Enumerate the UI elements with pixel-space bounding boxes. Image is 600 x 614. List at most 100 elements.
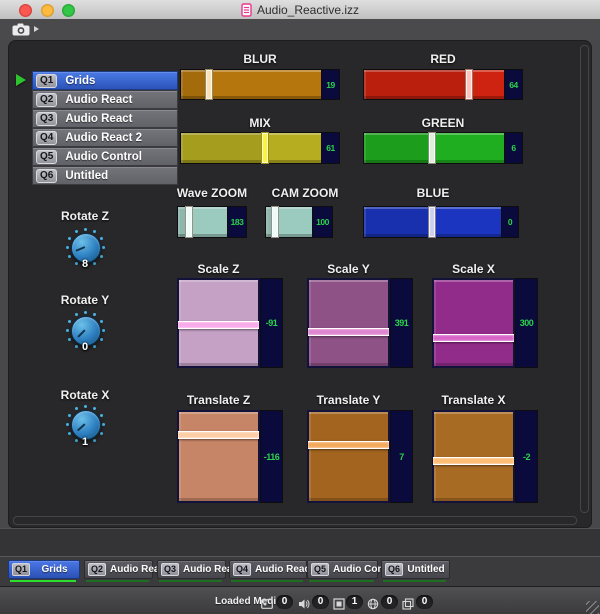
slider-handle[interactable] [465, 69, 473, 100]
slider-handle[interactable] [178, 321, 259, 329]
slider-handle[interactable] [428, 206, 436, 238]
slider-handle[interactable] [308, 441, 389, 449]
scene-badge: Q4 [36, 131, 57, 145]
slider-handle[interactable] [433, 334, 514, 342]
scene-badge: Q3 [36, 112, 57, 126]
slider-track[interactable] [432, 278, 515, 368]
slider-track[interactable] [307, 410, 390, 503]
translate-z-label: Translate Z [177, 393, 260, 407]
mix-label: MIX [180, 116, 340, 130]
slider-track[interactable] [363, 206, 502, 238]
scene-label: Audio React 2 [65, 132, 142, 144]
scene-label: Grids [65, 75, 95, 87]
translate-z-slider[interactable]: -116 [177, 410, 283, 503]
red-value: 64 [505, 69, 523, 100]
translate-x-slider[interactable]: -2 [432, 410, 538, 503]
slider-handle[interactable] [205, 69, 213, 100]
wave-zoom-slider[interactable]: 183 [177, 206, 247, 238]
rotate-x-label: Rotate X [40, 388, 130, 402]
rotate-z-label: Rotate Z [40, 209, 130, 223]
slider-track[interactable] [180, 69, 322, 100]
model-icon [402, 597, 414, 609]
translate-x-value: -2 [515, 410, 538, 503]
slider-handle[interactable] [308, 328, 389, 336]
slider-handle[interactable] [261, 132, 269, 164]
slider-handle[interactable] [433, 457, 514, 465]
scene-badge: Q1 [36, 74, 57, 88]
tab-underline [159, 580, 222, 582]
tab-audio-control[interactable]: Q5 Audio Control [307, 560, 378, 579]
slider-fill [181, 70, 208, 99]
scene-list-item-audio-react-3[interactable]: Q4 Audio React 2 [32, 128, 178, 147]
tab-untitled[interactable]: Q6 Untitled [381, 560, 450, 579]
mix-slider[interactable]: 61 [180, 132, 340, 164]
translate-y-slider[interactable]: 7 [307, 410, 413, 503]
translate-y-label: Translate Y [307, 393, 390, 407]
picture-icon [333, 597, 345, 609]
resize-grip[interactable] [586, 601, 599, 614]
green-value: 6 [505, 132, 523, 164]
slider-track[interactable] [363, 132, 505, 164]
slider-fill [364, 207, 431, 237]
window-title: Audio_Reactive.izz [257, 3, 359, 17]
slider-track[interactable] [180, 132, 322, 164]
slider-track[interactable] [177, 206, 228, 238]
slider-track[interactable] [265, 206, 313, 238]
scale-x-slider[interactable]: 300 [432, 278, 538, 368]
scale-x-label: Scale X [432, 262, 515, 276]
scene-list-item-audio-control[interactable]: Q5 Audio Control [32, 147, 178, 166]
translate-y-value: 7 [390, 410, 413, 503]
audio-icon [298, 597, 310, 609]
scene-label: Audio React [65, 113, 132, 125]
tab-audio-react-3[interactable]: Q4 Audio React 2 [229, 560, 307, 579]
slider-track[interactable] [177, 410, 260, 503]
scene-list-item-audio-react[interactable]: Q2 Audio React [32, 90, 178, 109]
slider-handle[interactable] [271, 206, 279, 238]
tab-grids[interactable]: Q1 Grids [8, 560, 80, 579]
scene-label: Audio React [65, 94, 132, 106]
blue-slider[interactable]: 0 [363, 206, 519, 238]
slider-track[interactable] [177, 278, 260, 368]
scale-z-slider[interactable]: -91 [177, 278, 283, 368]
tab-badge: Q6 [385, 563, 403, 576]
tab-badge: Q3 [161, 563, 179, 576]
toolbar [0, 19, 600, 40]
scene-list-item-audio-react-2[interactable]: Q3 Audio React [32, 109, 178, 128]
tab-audio-react[interactable]: Q2 Audio React [84, 560, 153, 579]
slider-track[interactable] [363, 69, 505, 100]
green-slider[interactable]: 6 [363, 132, 523, 164]
blur-slider[interactable]: 19 [180, 69, 340, 100]
mix-value: 61 [322, 132, 340, 164]
tab-audio-react-2[interactable]: Q3 Audio React [157, 560, 226, 579]
scale-y-slider[interactable]: 391 [307, 278, 413, 368]
audio-count: 0 [312, 595, 329, 609]
window-title-group: Audio_Reactive.izz [0, 0, 600, 19]
red-label: RED [363, 52, 523, 66]
model-count: 0 [416, 595, 433, 609]
horizontal-scrollbar[interactable] [13, 516, 577, 525]
slider-handle[interactable] [185, 206, 193, 238]
slider-track[interactable] [432, 410, 515, 503]
slider-fill [181, 133, 264, 163]
network-count: 0 [381, 595, 398, 609]
tab-badge: Q2 [88, 563, 106, 576]
cam-zoom-value: 100 [313, 206, 333, 238]
camera-icon[interactable] [12, 23, 30, 41]
cam-zoom-slider[interactable]: 100 [265, 206, 333, 238]
translate-z-value: -116 [260, 410, 283, 503]
picture-count: 1 [346, 595, 363, 609]
disclosure-arrow-icon[interactable] [34, 26, 39, 32]
red-slider[interactable]: 64 [363, 69, 523, 100]
tab-underline [309, 580, 374, 582]
slider-handle[interactable] [178, 431, 259, 439]
scene-list-item-grids[interactable]: Q1 Grids [32, 71, 178, 90]
tab-label: Untitled [403, 564, 449, 575]
slider-track[interactable] [307, 278, 390, 368]
tab-label: Grids [30, 564, 79, 575]
slider-handle[interactable] [428, 132, 436, 164]
vertical-scrollbar[interactable] [580, 45, 589, 513]
scene-list-item-untitled[interactable]: Q6 Untitled [32, 166, 178, 185]
rotate-y-value: 0 [40, 341, 130, 353]
tab-underline [86, 580, 149, 582]
blur-label: BLUR [180, 52, 340, 66]
